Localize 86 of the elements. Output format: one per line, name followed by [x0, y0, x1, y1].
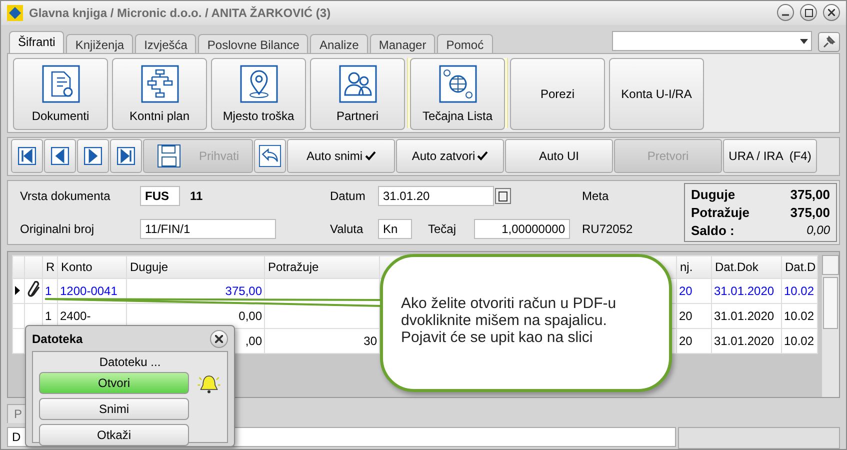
summary-label: Potražuje — [691, 205, 750, 220]
checkmark-icon — [477, 151, 488, 162]
ribbon-button[interactable]: Porezi — [510, 58, 605, 130]
menu-tab[interactable]: Analize — [310, 34, 368, 53]
navigation-button[interactable] — [44, 139, 76, 174]
column-header: Dat.D — [782, 256, 818, 279]
app-logo-icon — [7, 4, 23, 21]
document-number: 11 — [190, 189, 203, 204]
summary-label: Saldo : — [691, 222, 734, 238]
vertical-scrollbar[interactable] — [822, 255, 839, 397]
menu-tab[interactable]: Knjiženja — [66, 34, 134, 53]
summary-label: Duguje — [691, 187, 736, 202]
column-header: nj. — [676, 256, 712, 279]
close-icon — [828, 9, 835, 16]
navigation-button[interactable] — [11, 139, 43, 174]
table-cell: 20 — [676, 278, 712, 304]
column-header: R — [42, 256, 58, 279]
currency-field[interactable]: Kn — [378, 218, 412, 239]
close-button[interactable] — [823, 4, 840, 22]
table-cell: 10.02 — [782, 328, 818, 354]
navigation-button[interactable] — [77, 139, 109, 174]
table-cell: 10.02 — [782, 278, 818, 304]
menu-tab[interactable]: Šifranti — [9, 30, 64, 53]
field-label: Valuta — [330, 222, 364, 236]
field-label: Originalni broj — [20, 222, 96, 236]
prev-record-icon — [51, 147, 69, 166]
pin-button[interactable] — [818, 32, 840, 52]
dialog-button[interactable]: Otkaži — [39, 424, 189, 446]
table-cell: 30 — [264, 328, 380, 354]
callout-text: Ako želite otvoriti račun u PDF-u dvokliknite mišem na spajalicu. Pojavit će se upit kao na slici — [380, 254, 672, 392]
ribbon-button[interactable]: Mjesto troška — [211, 58, 306, 130]
summary-value: 375,00 — [790, 187, 830, 202]
column-header: Konto — [58, 256, 126, 279]
dialog-button[interactable]: Snimi — [39, 398, 189, 420]
checkmark-icon — [364, 151, 376, 162]
menu-tab[interactable]: Izvješća — [135, 34, 196, 53]
next-record-icon — [84, 147, 102, 166]
menu-tab[interactable]: Pomoć — [437, 34, 493, 53]
ribbon-button[interactable]: Tečajna Lista — [410, 58, 505, 130]
dialog-message: Datoteku ... — [98, 355, 162, 369]
table-cell: 20 — [676, 328, 712, 354]
ribbon-button[interactable]: Partneri — [310, 58, 405, 130]
date-field[interactable]: 31.01.20 — [378, 186, 494, 206]
navigation-button[interactable] — [110, 139, 142, 174]
column-header: Duguje — [126, 256, 264, 279]
field-label: Datum — [330, 189, 366, 204]
first-record-icon — [18, 147, 36, 166]
field-label: Meta — [582, 189, 610, 204]
table-cell: 31.01.2020 — [712, 304, 782, 329]
minimize-button[interactable] — [777, 4, 794, 22]
table-cell: 10.02 — [782, 304, 818, 329]
reference-code: RU72052 — [582, 222, 634, 236]
table-cell: 31.01.2020 — [712, 328, 782, 354]
field-label: Vrsta dokumenta — [20, 189, 112, 204]
table-cell: 31.01.2020 — [712, 278, 782, 304]
pushpin-icon — [822, 34, 836, 49]
toggle-button[interactable]: Auto snimi — [287, 139, 395, 174]
column-header: Potražuje — [264, 256, 380, 279]
last-record-icon — [117, 147, 135, 166]
column-header: Dat.Dok — [712, 256, 782, 279]
close-icon — [215, 335, 223, 343]
original-number-field[interactable]: 11/FIN/1 — [140, 218, 276, 239]
paperclip-icon — [27, 280, 41, 299]
close-button[interactable] — [210, 330, 228, 348]
ribbon-button[interactable]: Konta U-I/RA — [609, 58, 704, 130]
table-cell: 20 — [676, 304, 712, 329]
menu-tab[interactable]: Manager — [370, 34, 436, 53]
window-title: Glavna knjiga / Micronic d.o.o. / ANITA ŽARKOVIĆ (3) — [29, 6, 332, 20]
exchange-rate-field[interactable]: 1,00000000 — [474, 218, 570, 239]
field-label: Tečaj — [428, 222, 458, 236]
maximize-icon — [804, 8, 812, 17]
toolbar-button[interactable]: URA / IRA (F4) — [723, 139, 817, 174]
summary-value: 375,00 — [790, 205, 830, 220]
calendar-icon — [495, 188, 511, 204]
menu-tab[interactable]: Poslovne Bilance — [198, 34, 308, 53]
summary-value: 0,00 — [806, 222, 830, 238]
toggle-button[interactable]: Auto zatvori — [396, 139, 504, 174]
dialog-button[interactable]: Otvori — [39, 372, 189, 394]
ribbon-button[interactable]: Kontni plan — [112, 58, 207, 130]
row-pointer-icon — [15, 286, 20, 296]
ribbon-button[interactable]: Dokumenti — [13, 58, 108, 130]
maximize-button[interactable] — [800, 4, 817, 22]
dialog-title: Datoteka — [32, 332, 83, 346]
toggle-button[interactable]: Auto UI — [505, 139, 613, 174]
document-type-field[interactable]: FUS — [140, 186, 180, 206]
undo-button[interactable] — [254, 139, 286, 174]
